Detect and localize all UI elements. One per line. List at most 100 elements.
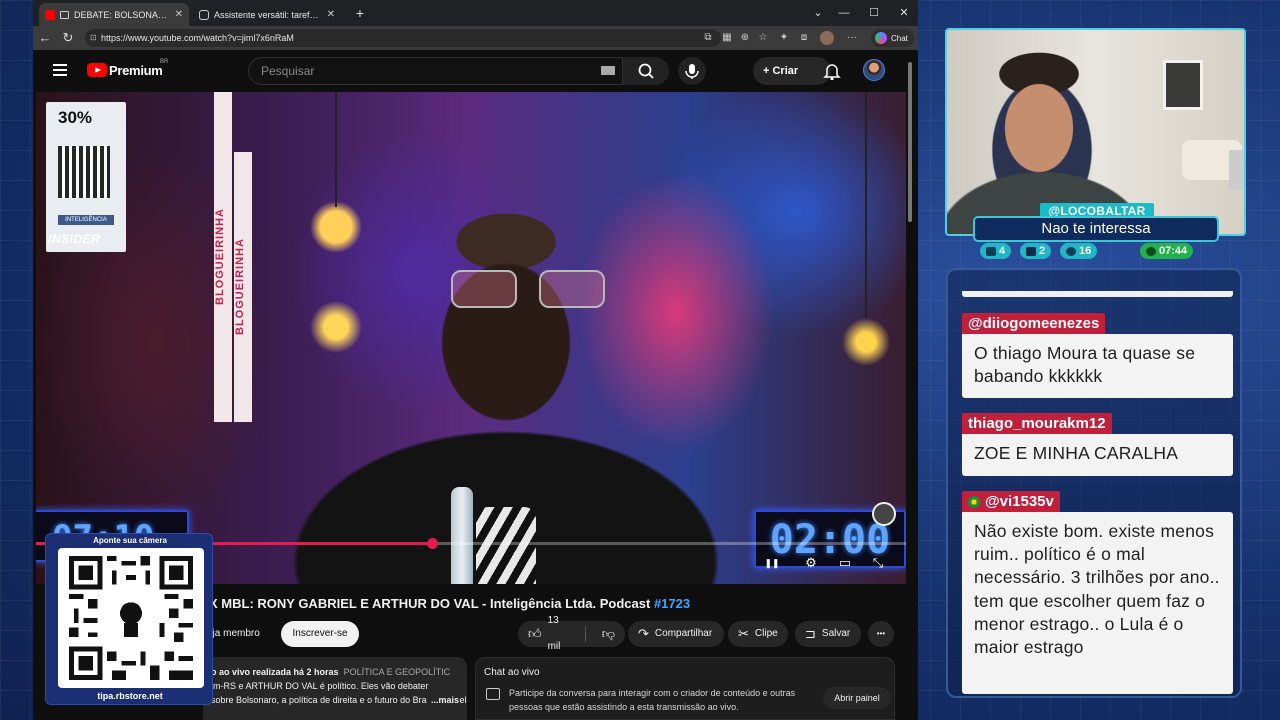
clip-button[interactable]: ✂ Clipe — [728, 621, 788, 647]
insider-logo: INSIDER — [48, 232, 101, 246]
promo-qr-code — [58, 146, 110, 198]
hamburger-menu-icon[interactable] — [53, 64, 67, 76]
zoom-icon[interactable]: ⊕ — [738, 31, 752, 45]
keyboard-icon[interactable] — [601, 66, 615, 75]
window-close-button[interactable]: ✕ — [889, 3, 918, 23]
chat-label: Chat — [891, 33, 908, 43]
lamp-cord — [865, 92, 867, 317]
settings-gear-icon[interactable]: ⚙ — [802, 554, 820, 572]
tab-close-icon[interactable]: ✕ — [175, 9, 183, 20]
maximize-button[interactable]: ☐ — [859, 3, 889, 23]
chat-username: @diiogomeenezes — [962, 313, 1106, 335]
clip-label: Clipe — [754, 628, 778, 639]
like-count: 13 mil — [547, 615, 561, 652]
collections-icon[interactable]: ⧈ — [797, 31, 811, 45]
notifications-bell-icon[interactable] — [823, 62, 841, 80]
share-button[interactable]: ↷ Compartilhar — [628, 621, 724, 647]
lamp-cord — [335, 92, 337, 207]
open-panel-button[interactable]: Abrir painel — [823, 687, 891, 709]
youtube-logo-icon[interactable] — [87, 63, 107, 77]
youtube-icon — [1026, 246, 1036, 256]
app-available-icon[interactable]: ⧉ — [701, 31, 715, 45]
tab-assistant[interactable]: Assistente versátil: tarefas, respost ✕ — [193, 3, 341, 26]
subscribe-button[interactable]: Inscrever-se — [281, 621, 359, 647]
reload-icon[interactable]: ↻ — [59, 29, 77, 47]
live-chat-message: Participe da conversa para interagir com… — [509, 688, 796, 712]
theater-mode-icon[interactable]: ▭ — [836, 554, 854, 572]
account-avatar[interactable] — [863, 59, 885, 81]
scissors-icon: ✂ — [738, 626, 749, 641]
video-description[interactable]: o ao vivo realizada há 2 horas POLÍTICA … — [203, 657, 467, 720]
search-placeholder: Pesquisar — [261, 64, 315, 78]
video-player[interactable]: BLOGUEIRINHA BLOGUEIRINHA 30% INTELIGÊNC… — [36, 92, 906, 584]
scrubber-handle[interactable] — [426, 538, 438, 549]
chat-bubble-icon — [486, 688, 500, 700]
tab-close-icon[interactable]: ✕ — [327, 9, 335, 20]
stat-value: 4 — [999, 245, 1006, 257]
microphone-icon — [685, 64, 699, 79]
copilot-chat-button[interactable]: Chat — [871, 29, 914, 47]
stat-viewers: 16 — [1060, 243, 1098, 259]
save-label: Salvar — [821, 628, 851, 639]
extensions-icon[interactable]: ✦ — [777, 31, 791, 45]
streamer-status-text: Nao te interessa — [973, 216, 1219, 242]
chat-message: O thiago Moura ta quase se babando kkkkk… — [962, 334, 1233, 398]
voice-search-button[interactable] — [678, 57, 706, 85]
promo-tag: INTELIGÊNCIA — [58, 215, 114, 225]
tab-title: DEBATE: BOLSONARISTA X MBL — [74, 9, 170, 20]
youtube-header: Premium BR Pesquisar + Criar — [33, 50, 918, 92]
tab-strip: DEBATE: BOLSONARISTA X MBL ✕ Assistente … — [33, 0, 918, 26]
stat-chat: 4 — [980, 243, 1012, 259]
background-banner: BLOGUEIRINHA — [234, 152, 252, 422]
description-more-link[interactable]: ...mais — [426, 693, 459, 707]
page-scrollbar[interactable] — [907, 52, 913, 716]
youtube-favicon-icon — [45, 9, 55, 20]
menu-dots-icon[interactable]: ··· — [845, 31, 859, 45]
chat-message-fragment — [962, 291, 1233, 297]
description-line: im-RS e ARTHUR DO VAL é político. Eles v… — [211, 681, 429, 691]
search-input[interactable]: Pesquisar — [248, 57, 623, 85]
viewers-icon — [1066, 246, 1076, 256]
new-tab-button[interactable]: + — [345, 3, 375, 23]
search-button[interactable] — [623, 57, 669, 85]
share-arrow-icon: ↷ — [638, 626, 649, 641]
stat-uptime: 07:44 — [1140, 243, 1194, 259]
tab-youtube[interactable]: DEBATE: BOLSONARISTA X MBL ✕ — [39, 3, 189, 26]
favorite-star-icon[interactable]: ☆ — [756, 31, 770, 45]
profile-avatar[interactable] — [820, 31, 834, 45]
video-category[interactable]: POLÍTICA E GEOPOLÍTIC — [344, 667, 451, 677]
audio-icon — [60, 10, 69, 19]
page-favicon-icon — [199, 9, 209, 20]
like-dislike-group: 👍︎ 13 mil 👎︎ — [518, 615, 625, 652]
reader-icon[interactable]: ▦ — [720, 31, 734, 45]
qr-code-overlay: Aponte sua câmera tipa.rbstore.net — [45, 533, 213, 705]
minimize-button[interactable]: — — [829, 3, 859, 23]
dislike-button[interactable]: 👎︎ — [592, 621, 625, 647]
description-line: sobre Bolsonaro, a política de direita e… — [211, 695, 467, 705]
url-input[interactable]: ⊡ https://www.youtube.com/watch?v=jiml7x… — [85, 29, 721, 47]
youtube-premium-wordmark[interactable]: Premium — [109, 63, 163, 78]
description-meta: o ao vivo realizada há 2 horas POLÍTICA … — [211, 665, 459, 679]
qr-top-caption: Aponte sua câmera — [93, 536, 167, 545]
save-button[interactable]: ⊐ Salvar — [795, 621, 861, 647]
pause-icon[interactable]: ❚❚ — [763, 554, 781, 572]
like-button[interactable]: 👍︎ 13 mil — [518, 615, 579, 652]
chat-message: ZOE E MINHA CARALHA — [962, 434, 1233, 476]
channel-brain-logo-icon — [872, 502, 896, 526]
promo-qr-card: 30% INTELIGÊNCIA — [46, 102, 126, 252]
bookmark-icon: ⊐ — [805, 626, 816, 641]
chat-message: Não existe bom. existe menos ruim.. polí… — [962, 512, 1233, 694]
join-member-button[interactable]: eja membro — [203, 621, 273, 647]
more-actions-button[interactable]: ••• — [868, 621, 894, 647]
thumbs-down-icon: 👎︎ — [601, 626, 615, 641]
create-button[interactable]: + Criar — [753, 57, 831, 85]
clock-icon — [1146, 246, 1156, 256]
video-hashtag[interactable]: #1723 — [654, 596, 690, 611]
chat-username: @vi1535v — [962, 491, 1060, 513]
fullscreen-icon[interactable]: ⤡ — [869, 554, 887, 572]
back-arrow-icon[interactable]: ← — [36, 29, 54, 47]
chat-username: thiago_mourakm12 — [962, 413, 1112, 435]
site-info-icon: ⊡ — [90, 33, 97, 42]
region-code: BR — [160, 59, 169, 65]
stat-value: 2 — [1039, 245, 1046, 257]
